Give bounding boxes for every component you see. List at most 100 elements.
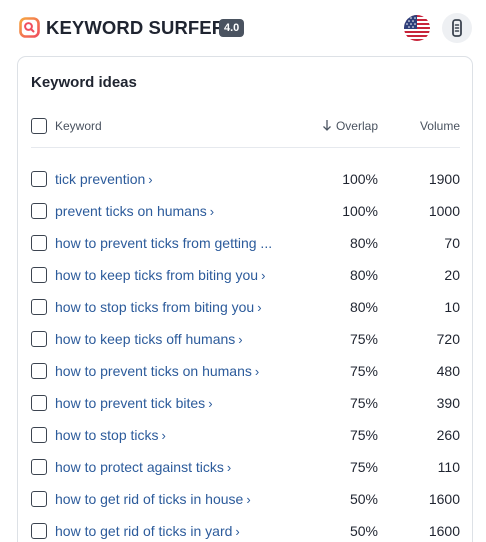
row-checkbox[interactable] — [31, 267, 47, 283]
chevron-right-icon: › — [148, 172, 153, 187]
volume-value: 1600 — [428, 523, 460, 539]
keyword-link[interactable]: how to keep ticks off humans › — [55, 330, 243, 349]
keyword-row: how to stop ticks from biting you › 80% 10 — [18, 291, 472, 323]
volume-value: 1600 — [428, 491, 460, 507]
extension-menu-button[interactable] — [442, 13, 472, 43]
overlap-value: 50% — [349, 491, 378, 507]
overlap-value: 75% — [349, 363, 378, 379]
chevron-right-icon: › — [226, 460, 232, 475]
overlap-value: 100% — [342, 171, 378, 187]
volume-value: 110 — [437, 459, 460, 475]
sort-down-arrow-icon — [323, 120, 331, 131]
chevron-right-icon: › — [235, 524, 240, 539]
volume-value: 480 — [436, 363, 460, 379]
keyword-text: how to get rid of ticks in yard — [55, 523, 233, 539]
chevron-right-icon: › — [246, 492, 251, 507]
chevron-right-icon: › — [208, 396, 213, 411]
keyword-row: prevent ticks on humans › 100% 1000 — [18, 195, 472, 227]
keyword-text: how to prevent ticks on humans — [55, 363, 252, 379]
chevron-right-icon: › — [254, 364, 260, 379]
keyword-text: how to stop ticks — [55, 427, 159, 443]
keyword-link[interactable]: how to prevent ticks from getting ... — [55, 234, 272, 252]
keyword-link[interactable]: how to stop ticks from biting you › — [55, 298, 262, 317]
keyword-row: tick prevention › 100% 1900 — [18, 163, 472, 195]
keyword-link[interactable]: how to prevent ticks on humans › — [55, 362, 259, 381]
keyword-text: prevent ticks on humans — [55, 203, 207, 219]
app-header: KEYWORD SURFER 4.0 — [0, 0, 486, 56]
keyword-link[interactable]: how to stop ticks › — [55, 426, 166, 445]
overlap-value: 80% — [349, 267, 378, 283]
keyword-text: how to keep ticks from biting you — [55, 267, 259, 283]
volume-value: 1900 — [428, 171, 460, 187]
overlap-value: 50% — [349, 523, 378, 539]
overlap-value: 75% — [349, 459, 378, 475]
chevron-right-icon: › — [261, 268, 266, 283]
keyword-text: tick prevention — [55, 171, 146, 187]
column-header-volume[interactable]: Volume — [420, 119, 460, 133]
keyword-row: how to keep ticks off humans › 75% 720 — [18, 323, 472, 355]
volume-value: 10 — [444, 299, 460, 315]
version-badge: 4.0 — [219, 19, 245, 37]
extension-menu-icon — [452, 19, 462, 37]
keyword-link[interactable]: how to get rid of ticks in house › — [55, 490, 251, 509]
keyword-link[interactable]: how to keep ticks from biting you › — [55, 266, 265, 285]
chevron-right-icon: › — [257, 300, 262, 315]
keyword-text: how to protect against ticks — [55, 459, 224, 475]
app-name: KEYWORD SURFER — [46, 17, 226, 38]
overlap-value: 75% — [349, 331, 378, 347]
keyword-text: how to stop ticks from biting you — [55, 299, 255, 315]
chevron-right-icon: › — [238, 332, 243, 347]
column-header-keyword: Keyword — [55, 119, 102, 133]
select-all-checkbox[interactable] — [31, 118, 47, 134]
overlap-value: 75% — [349, 395, 378, 411]
keyword-row: how to stop ticks › 75% 260 — [18, 419, 472, 451]
volume-value: 20 — [444, 267, 460, 283]
overlap-value: 100% — [342, 203, 378, 219]
keyword-row: how to get rid of ticks in house › 50% 1600 — [18, 483, 472, 515]
card-title: Keyword ideas — [31, 74, 137, 91]
row-checkbox[interactable] — [31, 203, 47, 219]
chevron-right-icon: › — [161, 428, 166, 443]
keyword-text: how to get rid of ticks in house — [55, 491, 244, 507]
keyword-link[interactable]: how to protect against ticks › — [55, 458, 231, 477]
row-checkbox[interactable] — [31, 331, 47, 347]
row-checkbox[interactable] — [31, 395, 47, 411]
keyword-ideas-card: Keyword ideas Keyword Overlap Volume tic… — [17, 56, 473, 542]
keyword-link[interactable]: prevent ticks on humans › — [55, 202, 214, 221]
keyword-row: how to get rid of ticks in yard › 50% 1600 — [18, 515, 472, 542]
volume-value: 1000 — [428, 203, 460, 219]
keyword-text: how to prevent tick bites — [55, 395, 206, 411]
keyword-row: how to prevent ticks on humans › 75% 480 — [18, 355, 472, 387]
overlap-value: 80% — [349, 299, 378, 315]
row-checkbox[interactable] — [31, 299, 47, 315]
keyword-row: how to prevent ticks from getting ... 80%… — [18, 227, 472, 259]
row-checkbox[interactable] — [31, 171, 47, 187]
row-checkbox[interactable] — [31, 427, 47, 443]
keyword-row: how to prevent tick bites › 75% 390 — [18, 387, 472, 419]
row-checkbox[interactable] — [31, 459, 47, 475]
volume-value: 260 — [436, 427, 460, 443]
keyword-link[interactable]: how to get rid of ticks in yard › — [55, 522, 240, 541]
country-selector-button[interactable] — [404, 15, 430, 41]
column-header-overlap[interactable]: Overlap — [322, 119, 378, 133]
keyword-text: how to prevent ticks from getting ... — [55, 235, 273, 251]
overlap-header-label: Overlap — [335, 119, 378, 133]
volume-value: 720 — [436, 331, 460, 347]
volume-value: 70 — [444, 235, 460, 251]
keyword-row: how to protect against ticks › 75% 110 — [18, 451, 472, 483]
keyword-text: how to keep ticks off humans — [55, 331, 236, 347]
keyword-link[interactable]: tick prevention › — [55, 170, 153, 189]
keyword-surfer-logo-icon — [19, 17, 40, 38]
row-checkbox[interactable] — [31, 235, 47, 251]
keyword-row: how to keep ticks from biting you › 80% 20 — [18, 259, 472, 291]
volume-value: 390 — [436, 395, 460, 411]
overlap-value: 80% — [349, 235, 378, 251]
overlap-value: 75% — [349, 427, 378, 443]
header-divider — [31, 147, 460, 148]
us-flag-icon — [404, 15, 430, 41]
row-checkbox[interactable] — [31, 523, 47, 539]
row-checkbox[interactable] — [31, 491, 47, 507]
chevron-right-icon: › — [209, 204, 215, 219]
keyword-link[interactable]: how to prevent tick bites › — [55, 394, 213, 413]
row-checkbox[interactable] — [31, 363, 47, 379]
